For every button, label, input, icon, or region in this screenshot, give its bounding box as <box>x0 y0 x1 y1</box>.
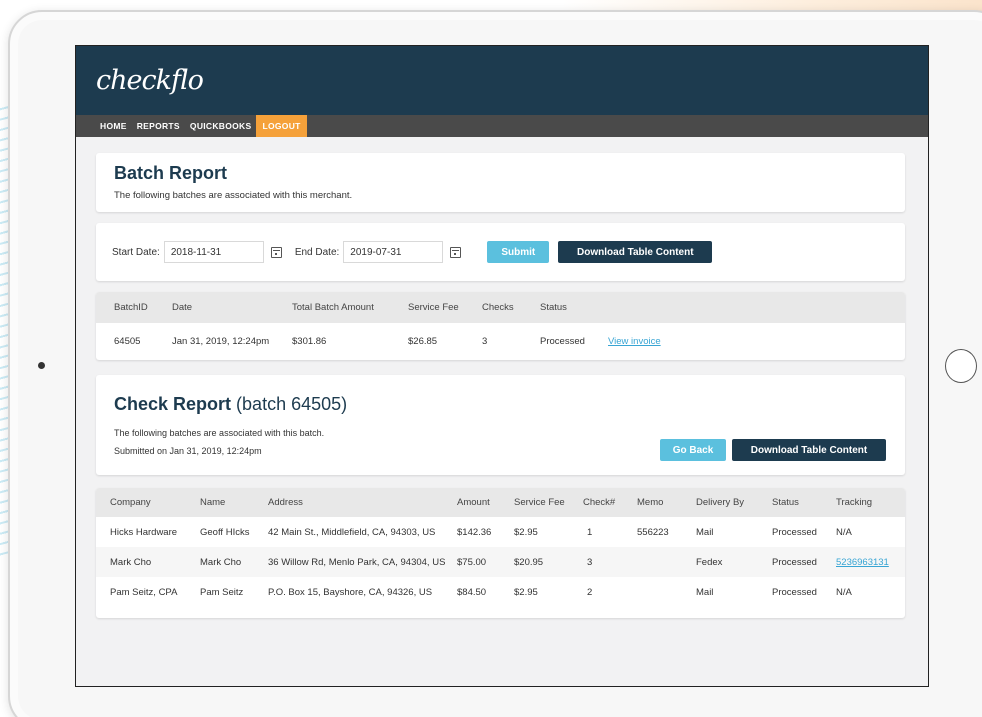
status-cell: Processed <box>772 526 817 538</box>
fee-cell: $20.95 <box>514 556 544 568</box>
batch-date-cell: Jan 31, 2019, 12:24pm <box>172 336 270 347</box>
amount-cell: $142.36 <box>457 526 492 538</box>
tracking-cell: N/A <box>836 586 852 598</box>
check-number-cell: 3 <box>587 556 593 568</box>
delivery-cell: Mail <box>696 526 714 538</box>
address-cell: 36 Willow Rd, Menlo Park, CA, 94304, US <box>268 556 446 568</box>
batch-report-description: The following batches are associated wit… <box>114 190 353 201</box>
nav-quickbooks[interactable]: QUICKBOOKS <box>185 115 257 137</box>
table-row: 64505 Jan 31, 2019, 12:24pm $301.86 $26.… <box>96 323 905 360</box>
end-date-input[interactable]: 2019-07-31 <box>343 241 444 263</box>
table-row: Hicks Hardware Geoff HIcks 42 Main St., … <box>96 517 905 547</box>
status-cell: Processed <box>772 586 817 598</box>
delivery-cell: Mail <box>696 586 714 598</box>
start-date-input[interactable]: 2018-11-31 <box>163 241 264 263</box>
end-date-label: End Date: <box>294 246 340 258</box>
amount-cell: $84.50 <box>457 586 487 598</box>
nav-logout[interactable]: LOGOUT <box>256 115 307 137</box>
check-report-card: Check Report (batch 64505) The following… <box>96 375 905 475</box>
table-header: BatchID Date Total Batch Amount Service … <box>96 292 905 323</box>
tablet-camera <box>38 362 45 369</box>
address-cell: 42 Main St., Middlefield, CA, 94303, US <box>268 526 436 538</box>
column-header: Check# <box>583 497 616 508</box>
column-header: Status <box>772 497 799 508</box>
column-header: Checks <box>482 302 514 313</box>
check-report-submitted: Submitted on Jan 31, 2019, 12:24pm <box>114 446 262 456</box>
column-header: Date <box>172 302 193 313</box>
tracking-cell: N/A <box>836 526 852 538</box>
fee-cell: $2.95 <box>514 586 538 598</box>
table-header: Company Name Address Amount Service Fee … <box>96 488 905 517</box>
column-header: Name <box>200 497 226 508</box>
company-cell: Hicks Hardware <box>110 526 178 538</box>
app-screen: checkflo HOME REPORTS QUICKBOOKS LOGOUT … <box>75 45 929 687</box>
tablet-home-button[interactable] <box>945 349 977 383</box>
status-cell: Processed <box>772 556 817 568</box>
check-number-cell: 1 <box>587 526 593 538</box>
name-cell: Geoff HIcks <box>200 526 250 538</box>
column-header: Memo <box>637 497 664 508</box>
start-date-label: Start Date: <box>112 246 160 258</box>
column-header: Delivery By <box>696 497 745 508</box>
nav-home[interactable]: HOME <box>95 115 132 137</box>
batch-checks-cell: 3 <box>482 336 488 347</box>
column-header: Status <box>540 302 567 313</box>
date-filter-card: Start Date: 2018-11-31 End Date: 2019-07… <box>96 223 905 281</box>
name-cell: Pam Seitz <box>200 586 244 598</box>
company-cell: Mark Cho <box>110 556 152 568</box>
batch-table: BatchID Date Total Batch Amount Service … <box>96 292 905 360</box>
nav-bar: HOME REPORTS QUICKBOOKS LOGOUT <box>76 115 928 137</box>
table-row: Mark Cho Mark Cho 36 Willow Rd, Menlo Pa… <box>96 547 905 577</box>
header-bar: checkflo <box>76 46 928 115</box>
calendar-icon[interactable] <box>270 246 282 258</box>
column-header: Total Batch Amount <box>292 302 374 313</box>
batch-fee-cell: $26.85 <box>408 336 438 347</box>
column-header: BatchID <box>114 302 148 313</box>
tracking-link[interactable]: 5236963131 <box>836 547 889 577</box>
address-cell: P.O. Box 15, Bayshore, CA, 94326, US <box>268 586 433 598</box>
download-table-button[interactable]: Download Table Content <box>558 241 713 263</box>
column-header: Company <box>110 497 151 508</box>
company-cell: Pam Seitz, CPA <box>110 586 178 598</box>
batch-report-card: Batch Report The following batches are a… <box>96 153 905 212</box>
column-header: Tracking <box>836 497 873 508</box>
view-invoice-link[interactable]: View invoice <box>608 323 661 360</box>
column-header: Service Fee <box>514 497 565 508</box>
batch-total-cell: $301.86 <box>292 336 327 347</box>
fee-cell: $2.95 <box>514 526 538 538</box>
check-report-description: The following batches are associated wit… <box>114 428 325 438</box>
check-report-title-text: Check Report <box>114 394 232 414</box>
column-header: Amount <box>457 497 490 508</box>
table-row: Pam Seitz, CPA Pam Seitz P.O. Box 15, Ba… <box>96 577 905 607</box>
column-header: Address <box>268 497 303 508</box>
delivery-cell: Fedex <box>696 556 723 568</box>
download-table-button[interactable]: Download Table Content <box>732 439 886 461</box>
calendar-icon[interactable] <box>450 246 462 258</box>
check-table: Company Name Address Amount Service Fee … <box>96 488 905 618</box>
batch-id-cell: 64505 <box>114 336 141 347</box>
memo-cell: 556223 <box>637 526 669 538</box>
submit-button[interactable]: Submit <box>487 241 550 263</box>
go-back-button[interactable]: Go Back <box>660 439 726 461</box>
check-number-cell: 2 <box>587 586 593 598</box>
batch-report-title: Batch Report <box>114 163 228 183</box>
name-cell: Mark Cho <box>200 556 242 568</box>
check-report-title: Check Report (batch 64505) <box>114 394 347 415</box>
batch-status-cell: Processed <box>540 336 585 347</box>
check-report-subtitle: (batch 64505) <box>236 394 348 414</box>
nav-reports[interactable]: REPORTS <box>132 115 185 137</box>
amount-cell: $75.00 <box>457 556 487 568</box>
column-header: Service Fee <box>408 302 459 313</box>
checkflo-logo[interactable]: checkflo <box>96 65 204 96</box>
